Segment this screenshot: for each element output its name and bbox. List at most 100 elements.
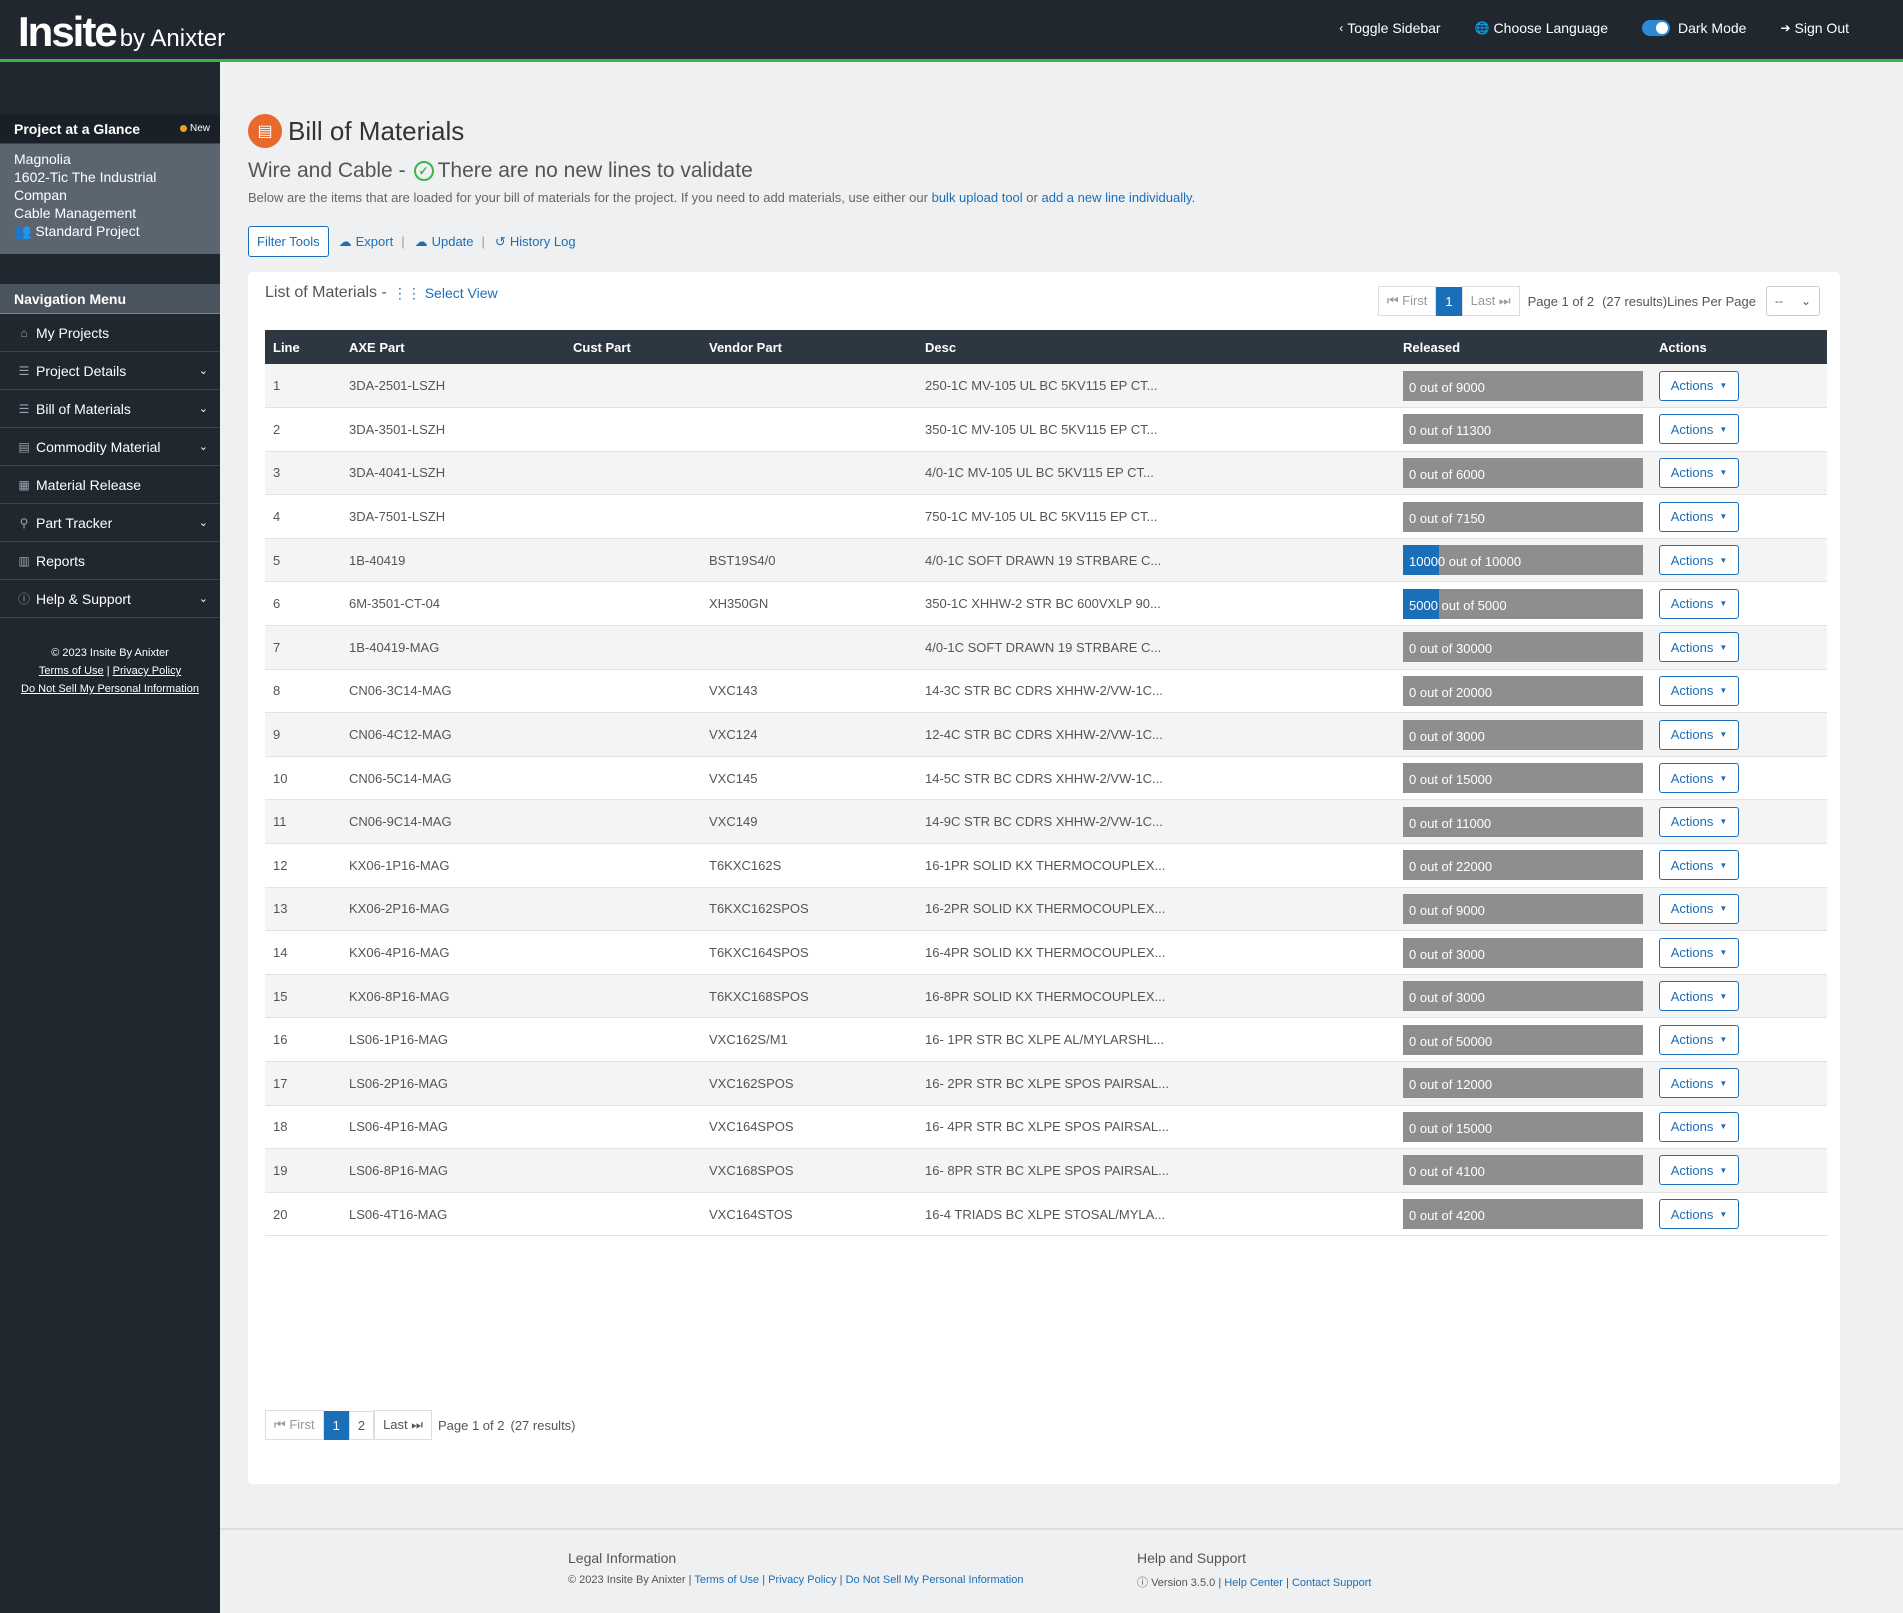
page-2-button[interactable]: 2 (348, 1410, 375, 1440)
sidebar-item-part-tracker[interactable]: ⚲ Part Tracker ⌄ (0, 504, 220, 542)
chevron-down-icon: ⌄ (1800, 294, 1811, 308)
sidebar-item-help-support[interactable]: ⓘ Help & Support ⌄ (0, 580, 220, 618)
export-link[interactable]: ☁ Export (339, 234, 394, 250)
contact-support-link[interactable]: Contact Support (1292, 1577, 1372, 1589)
update-label: Update (431, 234, 474, 249)
project-kind: 👥 Standard Project (14, 222, 206, 240)
actions-dropdown-button[interactable]: Actions ▼ (1659, 1024, 1739, 1055)
column-header[interactable]: Cust Part (565, 330, 701, 364)
add-line-link[interactable]: add a new line individually. (1041, 190, 1195, 205)
sidebar-item-label: Help & Support (36, 590, 131, 607)
toggle-sidebar-button[interactable]: ‹ Toggle Sidebar (1339, 20, 1440, 36)
actions-dropdown-button[interactable]: Actions ▼ (1659, 719, 1739, 750)
actions-dropdown-button[interactable]: Actions ▼ (1659, 414, 1739, 445)
footer-terms-link[interactable]: Terms of Use (694, 1574, 759, 1586)
column-header[interactable]: Released (1395, 330, 1651, 364)
terms-link[interactable]: Terms of Use (39, 665, 104, 677)
sidebar-item-material-release[interactable]: ▦ Material Release (0, 466, 220, 504)
bulk-upload-link[interactable]: bulk upload tool (932, 190, 1023, 205)
sidebar: Project at a Glance New Magnolia 1602-Ti… (0, 62, 220, 1613)
top-bar: Insite by Anixter ‹ Toggle Sidebar 🌐 Choo… (0, 0, 1903, 62)
cust-part-cell (565, 887, 701, 931)
actions-cell: Actions ▼ (1651, 974, 1827, 1018)
privacy-link[interactable]: Privacy Policy (113, 665, 181, 677)
footer-privacy-link[interactable]: Privacy Policy (768, 1574, 836, 1586)
vendor-part-cell: VXC145 (709, 770, 758, 786)
desc-cell: 16- 1PR STR BC XLPE AL/MYLARSHL... (925, 1032, 1165, 1048)
sidebar-item-reports[interactable]: ▥ Reports (0, 542, 220, 580)
check-circle-icon: ✓ (413, 161, 434, 181)
cust-part-cell (565, 364, 701, 408)
actions-label: Actions (1670, 901, 1714, 917)
help-center-link[interactable]: Help Center (1224, 1577, 1283, 1589)
actions-dropdown-button[interactable]: Actions ▼ (1659, 675, 1739, 706)
page-1-button[interactable]: 1 (323, 1410, 349, 1440)
dark-mode-toggle[interactable]: Dark Mode (1641, 20, 1746, 36)
actions-dropdown-button[interactable]: Actions ▼ (1659, 937, 1739, 968)
released-progress-bar: 0 out of 4200 (1403, 1199, 1643, 1230)
project-name: Magnolia (14, 151, 71, 167)
released-progress-bar: 0 out of 9000 (1403, 370, 1643, 401)
page-1-button[interactable]: 1 (1436, 286, 1462, 316)
actions-dropdown-button[interactable]: Actions ▼ (1659, 501, 1739, 532)
cloud-download-icon: ☁ (338, 233, 352, 249)
actions-dropdown-button[interactable]: Actions ▼ (1659, 588, 1739, 619)
column-header[interactable]: Desc (917, 330, 1395, 364)
sidebar-item-project-details[interactable]: ☰ Project Details ⌄ (0, 352, 220, 390)
caret-down-icon: ▼ (1719, 642, 1728, 652)
footer-do-not-sell-link[interactable]: Do Not Sell My Personal Information (846, 1574, 1024, 1586)
released-progress-bar: 0 out of 6000 (1403, 457, 1643, 488)
table-row: 18 LS06-4P16-MAG VXC164SPOS 16- 4PR STR BC … (265, 1105, 1827, 1149)
actions-dropdown-button[interactable]: Actions ▼ (1659, 763, 1739, 794)
desc-cell: 250-1C MV-105 UL BC 5KV115 EP CT... (925, 378, 1158, 394)
cust-part-cell (565, 408, 701, 452)
released-progress-bar: 5000 out of 5000 (1403, 588, 1643, 619)
actions-dropdown-button[interactable]: Actions ▼ (1659, 457, 1739, 488)
select-view-link[interactable]: ⋮⋮ Select View (393, 285, 498, 302)
history-label: History Log (509, 234, 576, 249)
sidebar-item-bill-of-materials[interactable]: ☰ Bill of Materials ⌄ (0, 390, 220, 428)
axe-part-cell: KX06-4P16-MAG (349, 945, 450, 961)
actions-dropdown-button[interactable]: Actions ▼ (1659, 1068, 1739, 1099)
column-header[interactable]: Line (265, 330, 341, 364)
update-link[interactable]: ☁ Update (415, 234, 474, 250)
actions-dropdown-button[interactable]: Actions ▼ (1659, 806, 1739, 837)
sidebar-item-commodity-material[interactable]: ▤ Commodity Material ⌄ (0, 428, 220, 466)
actions-cell: Actions ▼ (1651, 408, 1827, 452)
first-page-button[interactable]: ⏮ First (1377, 286, 1437, 316)
table-header-row: Line AXE Part Cust Part Vendor Part Desc… (265, 330, 1827, 364)
actions-cell: Actions ▼ (1651, 1105, 1827, 1149)
last-page-button[interactable]: Last ⏭ (1461, 286, 1520, 316)
actions-dropdown-button[interactable]: Actions ▼ (1659, 1111, 1739, 1142)
sidebar-item-my-projects[interactable]: ⌂ My Projects (0, 314, 220, 352)
released-text: 5000 out of 5000 (1409, 597, 1507, 613)
cust-part-cell (565, 1105, 701, 1149)
history-log-link[interactable]: ↺ History Log (495, 234, 576, 250)
actions-dropdown-button[interactable]: Actions ▼ (1659, 545, 1739, 576)
first-page-button[interactable]: ⏮ First (265, 1410, 324, 1440)
actions-dropdown-button[interactable]: Actions ▼ (1659, 981, 1739, 1012)
lines-per-page-select[interactable]: -- ⌄ (1766, 286, 1820, 316)
brand-logo[interactable]: Insite by Anixter (18, 8, 225, 56)
page-subtitle: Wire and Cable - ✓ There are no new line… (248, 159, 753, 183)
last-page-button[interactable]: Last ⏭ (374, 1410, 432, 1440)
actions-dropdown-button[interactable]: Actions ▼ (1659, 370, 1739, 401)
actions-dropdown-button[interactable]: Actions ▼ (1659, 1155, 1739, 1186)
caret-down-icon: ▼ (1719, 904, 1728, 914)
toggle-switch[interactable] (1641, 20, 1670, 36)
actions-label: Actions (1670, 683, 1714, 699)
actions-dropdown-button[interactable]: Actions ▼ (1659, 893, 1739, 924)
actions-dropdown-button[interactable]: Actions ▼ (1659, 1199, 1739, 1230)
bar-chart-icon: ▥ (18, 553, 30, 568)
actions-dropdown-button[interactable]: Actions ▼ (1659, 632, 1739, 663)
sign-out-button[interactable]: ➔ Sign Out (1780, 20, 1849, 36)
actions-dropdown-button[interactable]: Actions ▼ (1659, 850, 1739, 881)
released-progress-bar: 10000 out of 10000 (1403, 545, 1643, 576)
axe-part-cell: 6M-3501-CT-04 (349, 596, 441, 612)
filter-tools-button[interactable]: Filter Tools (248, 226, 329, 257)
column-header[interactable]: AXE Part (341, 330, 565, 364)
do-not-sell-link[interactable]: Do Not Sell My Personal Information (21, 683, 199, 695)
choose-language-button[interactable]: 🌐 Choose Language (1475, 20, 1608, 36)
column-header[interactable]: Vendor Part (701, 330, 917, 364)
chevron-left-icon: ‹ (1339, 21, 1344, 35)
